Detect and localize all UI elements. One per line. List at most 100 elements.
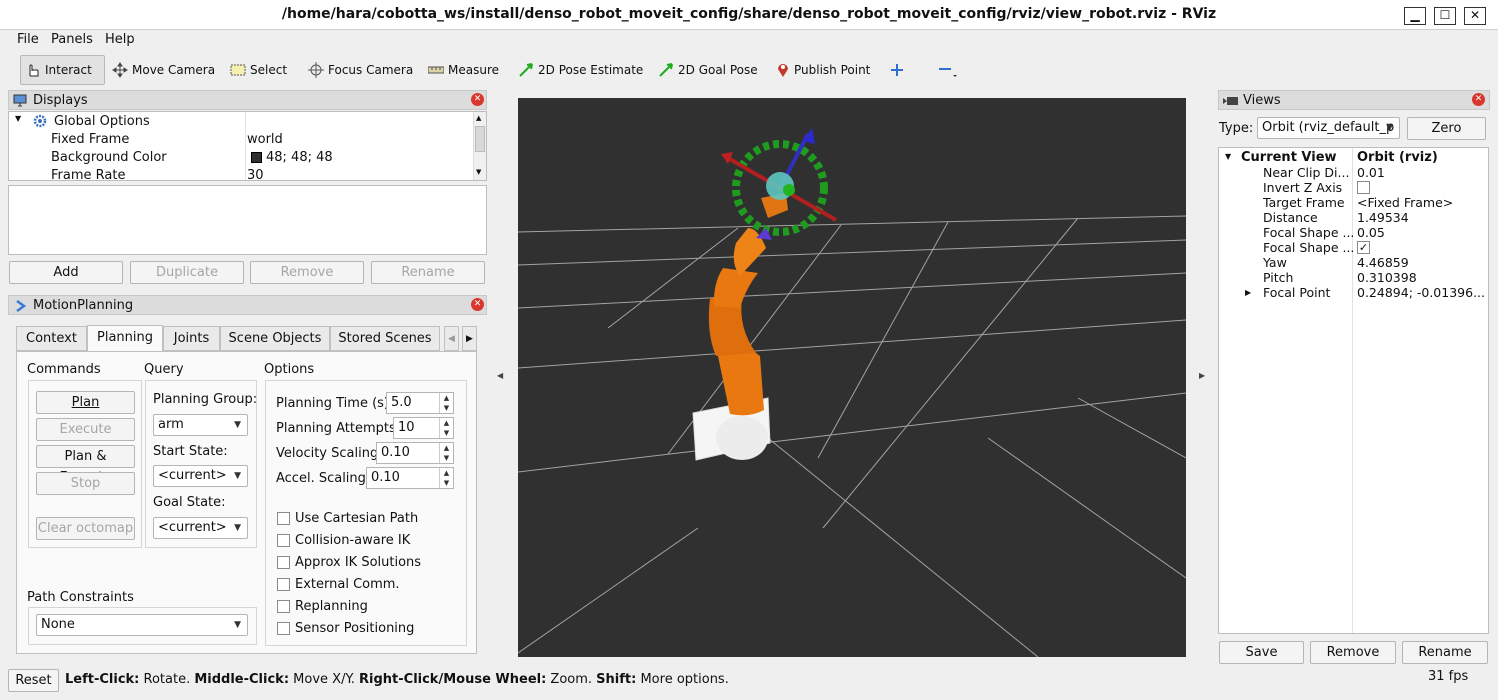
zero-button[interactable]: Zero xyxy=(1407,117,1486,140)
remove-tool-button[interactable] xyxy=(934,55,962,85)
publish-point-label: Publish Point xyxy=(794,63,871,77)
focal-point-value[interactable]: 0.24894; -0.01396... xyxy=(1357,285,1487,300)
yaw-value[interactable]: 4.46859 xyxy=(1357,255,1487,270)
tab-context[interactable]: Context xyxy=(16,326,87,351)
path-constraints-select[interactable]: None ▼ xyxy=(36,614,248,636)
view-row[interactable]: Focal Shape ... 0.05 xyxy=(1219,225,1489,240)
focal-shape-size-key: Focal Shape ... xyxy=(1263,225,1355,240)
interact-tool[interactable]: Interact xyxy=(20,55,105,85)
plus-icon xyxy=(891,64,903,76)
reset-button[interactable]: Reset xyxy=(8,669,59,692)
add-display-button[interactable]: Add xyxy=(9,261,123,284)
plan-execute-button[interactable]: Plan & Execute xyxy=(36,445,135,485)
chevron-down-icon: ▼ xyxy=(234,523,241,533)
near-clip-key: Near Clip Di... xyxy=(1263,165,1350,180)
tab-scroll-left-icon[interactable]: ◀ xyxy=(444,326,459,351)
collision-aware-ik-checkbox[interactable] xyxy=(277,534,290,547)
sensor-positioning-checkbox[interactable] xyxy=(277,622,290,635)
collapse-arrow-icon[interactable]: ▼ xyxy=(1225,152,1231,161)
tab-stored-scenes[interactable]: Stored Scenes xyxy=(330,326,440,351)
close-displays-icon[interactable]: ✕ xyxy=(471,93,484,106)
collapse-right-icon[interactable]: ▶ xyxy=(1199,371,1205,380)
plan-button[interactable]: Plan xyxy=(36,391,135,414)
stop-button[interactable]: Stop xyxy=(36,472,135,495)
view-row[interactable]: Near Clip Di... 0.01 xyxy=(1219,165,1489,180)
3d-viewport[interactable] xyxy=(517,98,1187,658)
rename-view-button[interactable]: Rename xyxy=(1402,641,1488,664)
view-row[interactable]: Pitch 0.310398 xyxy=(1219,270,1489,285)
target-frame-value[interactable]: <Fixed Frame> xyxy=(1357,195,1487,210)
background-color-value[interactable]: 48; 48; 48 xyxy=(266,150,333,165)
duplicate-display-button[interactable]: Duplicate xyxy=(130,261,244,284)
replanning-checkbox[interactable] xyxy=(277,600,290,613)
menu-panels[interactable]: Panels xyxy=(51,32,93,47)
view-row[interactable]: Target Frame <Fixed Frame> xyxy=(1219,195,1489,210)
planning-time-spinbox[interactable]: 5.0 ▲ ▼ xyxy=(386,392,454,414)
displays-scrollbar[interactable]: ▲ ▼ xyxy=(473,112,486,180)
maximize-button[interactable]: ☐ xyxy=(1434,7,1456,25)
scroll-up-icon[interactable]: ▲ xyxy=(476,114,481,122)
view-row[interactable]: Focal Point 0.24894; -0.01396... xyxy=(1219,285,1489,300)
interact-label: Interact xyxy=(45,63,92,77)
invert-z-checkbox[interactable] xyxy=(1357,181,1370,194)
global-options-label[interactable]: Global Options xyxy=(54,114,150,129)
spin-arrows-icon[interactable]: ▲ ▼ xyxy=(439,443,453,463)
spin-arrows-icon[interactable]: ▲ ▼ xyxy=(439,468,453,488)
view-type-select[interactable]: Orbit (rviz_default_p ▼ xyxy=(1257,117,1400,139)
focus-camera-tool[interactable]: Focus Camera xyxy=(304,55,417,85)
remove-display-button[interactable]: Remove xyxy=(250,261,364,284)
approx-ik-checkbox[interactable] xyxy=(277,556,290,569)
view-row[interactable]: Distance 1.49534 xyxy=(1219,210,1489,225)
planning-attempts-spinbox[interactable]: 10 ▲ ▼ xyxy=(393,417,454,439)
scroll-down-icon[interactable]: ▼ xyxy=(476,168,481,176)
focal-shape-fixed-checkbox[interactable]: ✓ xyxy=(1357,241,1370,254)
add-tool-button[interactable] xyxy=(886,55,908,85)
close-motionplanning-icon[interactable]: ✕ xyxy=(471,298,484,311)
publish-point-tool[interactable]: Publish Point xyxy=(772,55,874,85)
tab-planning[interactable]: Planning xyxy=(87,325,163,352)
measure-tool[interactable]: Measure xyxy=(424,55,503,85)
execute-button[interactable]: Execute xyxy=(36,418,135,441)
move-camera-tool[interactable]: Move Camera xyxy=(108,55,219,85)
collapse-arrow-icon[interactable]: ▼ xyxy=(15,114,21,123)
close-views-icon[interactable]: ✕ xyxy=(1472,93,1485,106)
start-state-select[interactable]: <current> ▼ xyxy=(153,465,248,487)
tab-joints[interactable]: Joints xyxy=(163,326,220,351)
distance-value[interactable]: 1.49534 xyxy=(1357,210,1487,225)
current-view-label[interactable]: Current View xyxy=(1241,150,1337,165)
rename-display-button[interactable]: Rename xyxy=(371,261,485,284)
color-swatch[interactable] xyxy=(251,152,262,163)
fixed-frame-value[interactable]: world xyxy=(247,132,283,147)
focal-shape-size-value[interactable]: 0.05 xyxy=(1357,225,1487,240)
minimize-button[interactable]: ▁ xyxy=(1404,7,1426,25)
invert-z-key: Invert Z Axis xyxy=(1263,180,1343,195)
view-row[interactable]: Invert Z Axis xyxy=(1219,180,1489,195)
goal-pose-tool[interactable]: 2D Goal Pose xyxy=(654,55,762,85)
pose-estimate-tool[interactable]: 2D Pose Estimate xyxy=(514,55,647,85)
external-comm-checkbox[interactable] xyxy=(277,578,290,591)
chevron-down-icon: ▼ xyxy=(234,471,241,481)
clear-octomap-button[interactable]: Clear octomap xyxy=(36,517,135,540)
select-tool[interactable]: Select xyxy=(226,55,291,85)
tab-scroll-right-icon[interactable]: ▶ xyxy=(462,326,477,351)
planning-group-select[interactable]: arm ▼ xyxy=(153,414,248,436)
frame-rate-value[interactable]: 30 xyxy=(247,168,264,183)
velocity-scaling-spinbox[interactable]: 0.10 ▲ ▼ xyxy=(376,442,454,464)
menu-file[interactable]: File xyxy=(17,32,39,47)
spin-arrows-icon[interactable]: ▲ ▼ xyxy=(439,393,453,413)
collapse-left-icon[interactable]: ◀ xyxy=(497,371,503,380)
menu-help[interactable]: Help xyxy=(105,32,135,47)
cartesian-path-checkbox[interactable] xyxy=(277,512,290,525)
scrollbar-thumb[interactable] xyxy=(475,126,485,152)
tab-scene-objects[interactable]: Scene Objects xyxy=(220,326,330,351)
view-row[interactable]: Yaw 4.46859 xyxy=(1219,255,1489,270)
goal-state-select[interactable]: <current> ▼ xyxy=(153,517,248,539)
close-window-button[interactable]: ✕ xyxy=(1464,7,1486,25)
pitch-value[interactable]: 0.310398 xyxy=(1357,270,1487,285)
remove-view-button[interactable]: Remove xyxy=(1310,641,1396,664)
accel-scaling-spinbox[interactable]: 0.10 ▲ ▼ xyxy=(366,467,454,489)
save-view-button[interactable]: Save xyxy=(1219,641,1304,664)
view-row[interactable]: Focal Shape ... ✓ xyxy=(1219,240,1489,255)
spin-arrows-icon[interactable]: ▲ ▼ xyxy=(439,418,453,438)
near-clip-value[interactable]: 0.01 xyxy=(1357,165,1487,180)
